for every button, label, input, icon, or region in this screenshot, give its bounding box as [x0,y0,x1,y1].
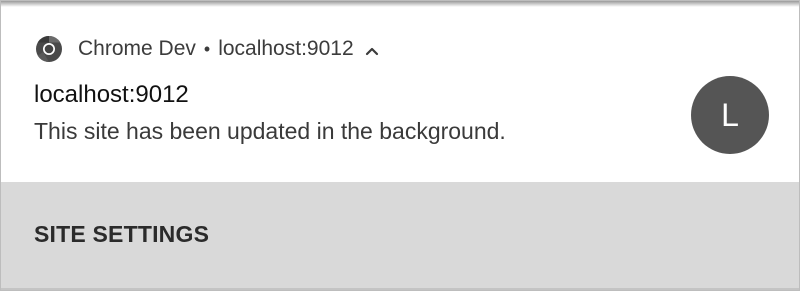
notification-frame: Chrome Dev • localhost:9012 localhost:90… [0,0,800,291]
notification-title: localhost:9012 [34,81,189,108]
chevron-up-icon[interactable] [364,41,380,57]
app-name: Chrome Dev [78,37,196,60]
notification-card[interactable]: Chrome Dev • localhost:9012 localhost:90… [1,1,799,182]
notification-origin: localhost:9012 [218,37,354,60]
status-bar-shadow [1,1,799,7]
divider [1,288,799,290]
avatar-letter: L [721,96,739,133]
notification-body: This site has been updated in the backgr… [34,118,506,144]
avatar: L [691,76,769,154]
header-separator: • [203,38,211,59]
chrome-icon [34,34,64,64]
notification-actions: SITE SETTINGS [1,182,799,290]
site-settings-button[interactable]: SITE SETTINGS [34,221,209,248]
notification-header[interactable]: Chrome Dev • localhost:9012 [34,34,380,64]
